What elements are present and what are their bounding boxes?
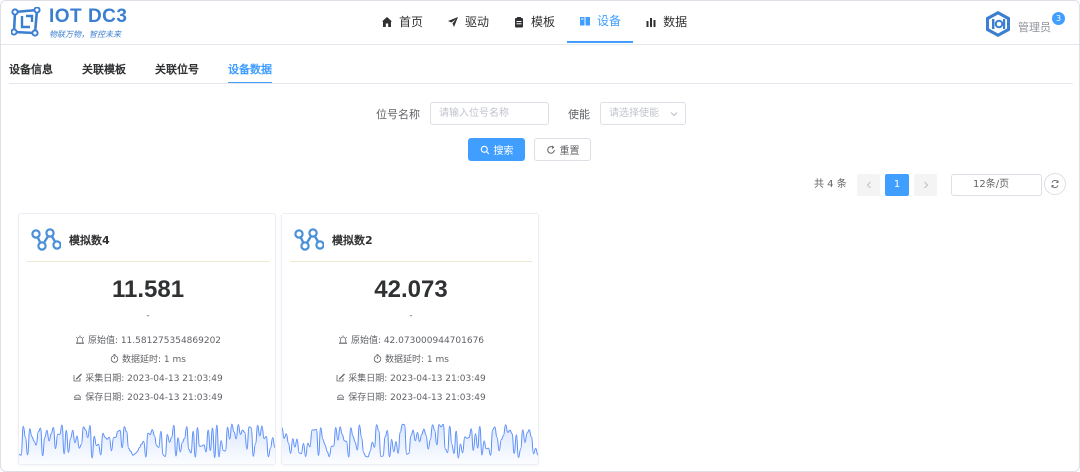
nav-driver[interactable]: 驱动 xyxy=(435,1,501,43)
tabs-divider xyxy=(9,83,1073,84)
save-date-row: 保存日期: 2023-04-13 21:03:49 xyxy=(282,390,538,403)
bar-chart-icon xyxy=(646,18,656,27)
nav-home-label: 首页 xyxy=(399,15,424,29)
delay-row: 数据延时: 1 ms xyxy=(282,352,538,365)
point-card[interactable]: 模拟数4 11.581 - 原始值: 11.581275354869202 数据… xyxy=(18,213,276,465)
nav-data[interactable]: 数据 xyxy=(633,1,699,43)
delay-value: 数据延时: 1 ms xyxy=(122,355,186,365)
edit-icon xyxy=(336,373,346,382)
paper-plane-icon xyxy=(448,17,459,27)
nav-device-label: 设备 xyxy=(597,14,622,28)
raw-value-row: 原始值: 11.581275354869202 xyxy=(19,333,275,346)
refresh-icon xyxy=(1051,180,1059,188)
nav-data-label: 数据 xyxy=(663,15,688,29)
stopwatch-icon xyxy=(110,354,119,363)
save-icon xyxy=(337,394,345,400)
chevron-down-icon xyxy=(670,112,678,117)
alarm-icon xyxy=(338,335,348,344)
card-title: 模拟数2 xyxy=(332,234,373,247)
save-date-row: 保存日期: 2023-04-13 21:03:49 xyxy=(19,390,275,403)
collect-date-row: 采集日期: 2023-04-13 21:03:49 xyxy=(282,371,538,384)
nav-device[interactable]: 设备 xyxy=(567,1,634,43)
collect-date: 采集日期: 2023-04-13 21:03:49 xyxy=(348,374,486,384)
app-title: IOT DC3 xyxy=(49,6,128,27)
value-sparkline xyxy=(282,423,538,464)
prev-page-button[interactable] xyxy=(857,174,880,196)
clipboard-icon xyxy=(515,17,524,28)
card-header: 模拟数4 xyxy=(27,214,269,262)
next-page-button[interactable] xyxy=(914,174,937,196)
enable-field-group: 使能 请选择使能 xyxy=(568,102,686,125)
tab-linked-template[interactable]: 关联模板 xyxy=(82,58,126,84)
card-unit: - xyxy=(409,311,413,321)
avatar xyxy=(986,11,1010,37)
card-header: 模拟数2 xyxy=(290,214,532,262)
top-header: IOT DC3 物联万物，智控未来 首页 驱动 模板 设备 数据 管理员 3 xyxy=(1,1,1079,45)
search-button-label: 搜索 xyxy=(493,146,514,157)
logo-icon xyxy=(11,7,41,37)
alarm-icon xyxy=(75,335,85,344)
card-value: 42.073 xyxy=(374,276,448,303)
value-sparkline xyxy=(19,423,275,464)
nav-template-label: 模板 xyxy=(531,15,556,29)
save-date: 保存日期: 2023-04-13 21:03:49 xyxy=(85,393,223,403)
nav-template[interactable]: 模板 xyxy=(501,1,567,43)
tab-device-data[interactable]: 设备数据 xyxy=(228,58,272,84)
user-menu[interactable]: 管理员 3 xyxy=(984,9,1065,39)
delay-value: 数据延时: 1 ms xyxy=(385,355,449,365)
raw-value: 原始值: 42.073000944701676 xyxy=(350,336,485,346)
enable-select[interactable]: 请选择使能 xyxy=(600,102,686,125)
stopwatch-icon xyxy=(373,354,382,363)
point-name-field-group: 位号名称 请输入位号名称 xyxy=(376,102,549,125)
user-name: 管理员 xyxy=(1018,21,1051,34)
notification-badge: 3 xyxy=(1052,12,1065,25)
home-icon xyxy=(382,17,392,27)
enable-select-placeholder: 请选择使能 xyxy=(609,108,659,119)
search-button[interactable]: 搜索 xyxy=(468,138,525,161)
refresh-icon xyxy=(546,145,555,154)
save-date: 保存日期: 2023-04-13 21:03:49 xyxy=(348,393,486,403)
app-window: IOT DC3 物联万物，智控未来 首页 驱动 模板 设备 数据 管理员 3 设… xyxy=(0,0,1080,472)
pagination-total: 共 4 条 xyxy=(814,179,847,190)
app-slogan: 物联万物，智控未来 xyxy=(49,30,121,39)
chevron-right-icon xyxy=(923,181,928,189)
refresh-button[interactable] xyxy=(1044,173,1066,195)
device-icon xyxy=(580,17,591,26)
edit-icon xyxy=(73,373,83,382)
page-size-select[interactable]: 12条/页 xyxy=(951,174,1042,196)
card-title: 模拟数4 xyxy=(69,234,110,247)
save-icon xyxy=(74,394,82,400)
search-icon xyxy=(480,145,489,154)
main-nav: 首页 驱动 模板 设备 数据 xyxy=(369,1,699,45)
page-number-1[interactable]: 1 xyxy=(885,174,909,196)
tab-linked-point[interactable]: 关联位号 xyxy=(155,58,199,84)
data-point-icon xyxy=(31,228,61,251)
tab-device-info[interactable]: 设备信息 xyxy=(9,58,53,84)
reset-button[interactable]: 重置 xyxy=(534,138,591,161)
nav-driver-label: 驱动 xyxy=(465,15,490,29)
point-card[interactable]: 模拟数2 42.073 - 原始值: 42.073000944701676 数据… xyxy=(281,213,539,465)
reset-button-label: 重置 xyxy=(559,146,580,157)
data-point-icon xyxy=(294,228,324,251)
point-name-input[interactable]: 请输入位号名称 xyxy=(430,102,549,125)
card-value: 11.581 xyxy=(111,276,185,303)
collect-date: 采集日期: 2023-04-13 21:03:49 xyxy=(85,374,223,384)
delay-row: 数据延时: 1 ms xyxy=(19,352,275,365)
chevron-left-icon xyxy=(866,181,871,189)
raw-value-row: 原始值: 42.073000944701676 xyxy=(282,333,538,346)
page-size-value: 12条/页 xyxy=(973,179,1010,190)
device-tabs: 设备信息 关联模板 关联位号 设备数据 xyxy=(9,58,301,84)
raw-value: 原始值: 11.581275354869202 xyxy=(87,336,222,346)
card-unit: - xyxy=(146,311,150,321)
nav-home[interactable]: 首页 xyxy=(369,1,435,43)
collect-date-row: 采集日期: 2023-04-13 21:03:49 xyxy=(19,371,275,384)
app-logo[interactable]: IOT DC3 物联万物，智控未来 xyxy=(11,5,151,41)
enable-label: 使能 xyxy=(568,107,590,121)
point-name-label: 位号名称 xyxy=(376,107,420,121)
